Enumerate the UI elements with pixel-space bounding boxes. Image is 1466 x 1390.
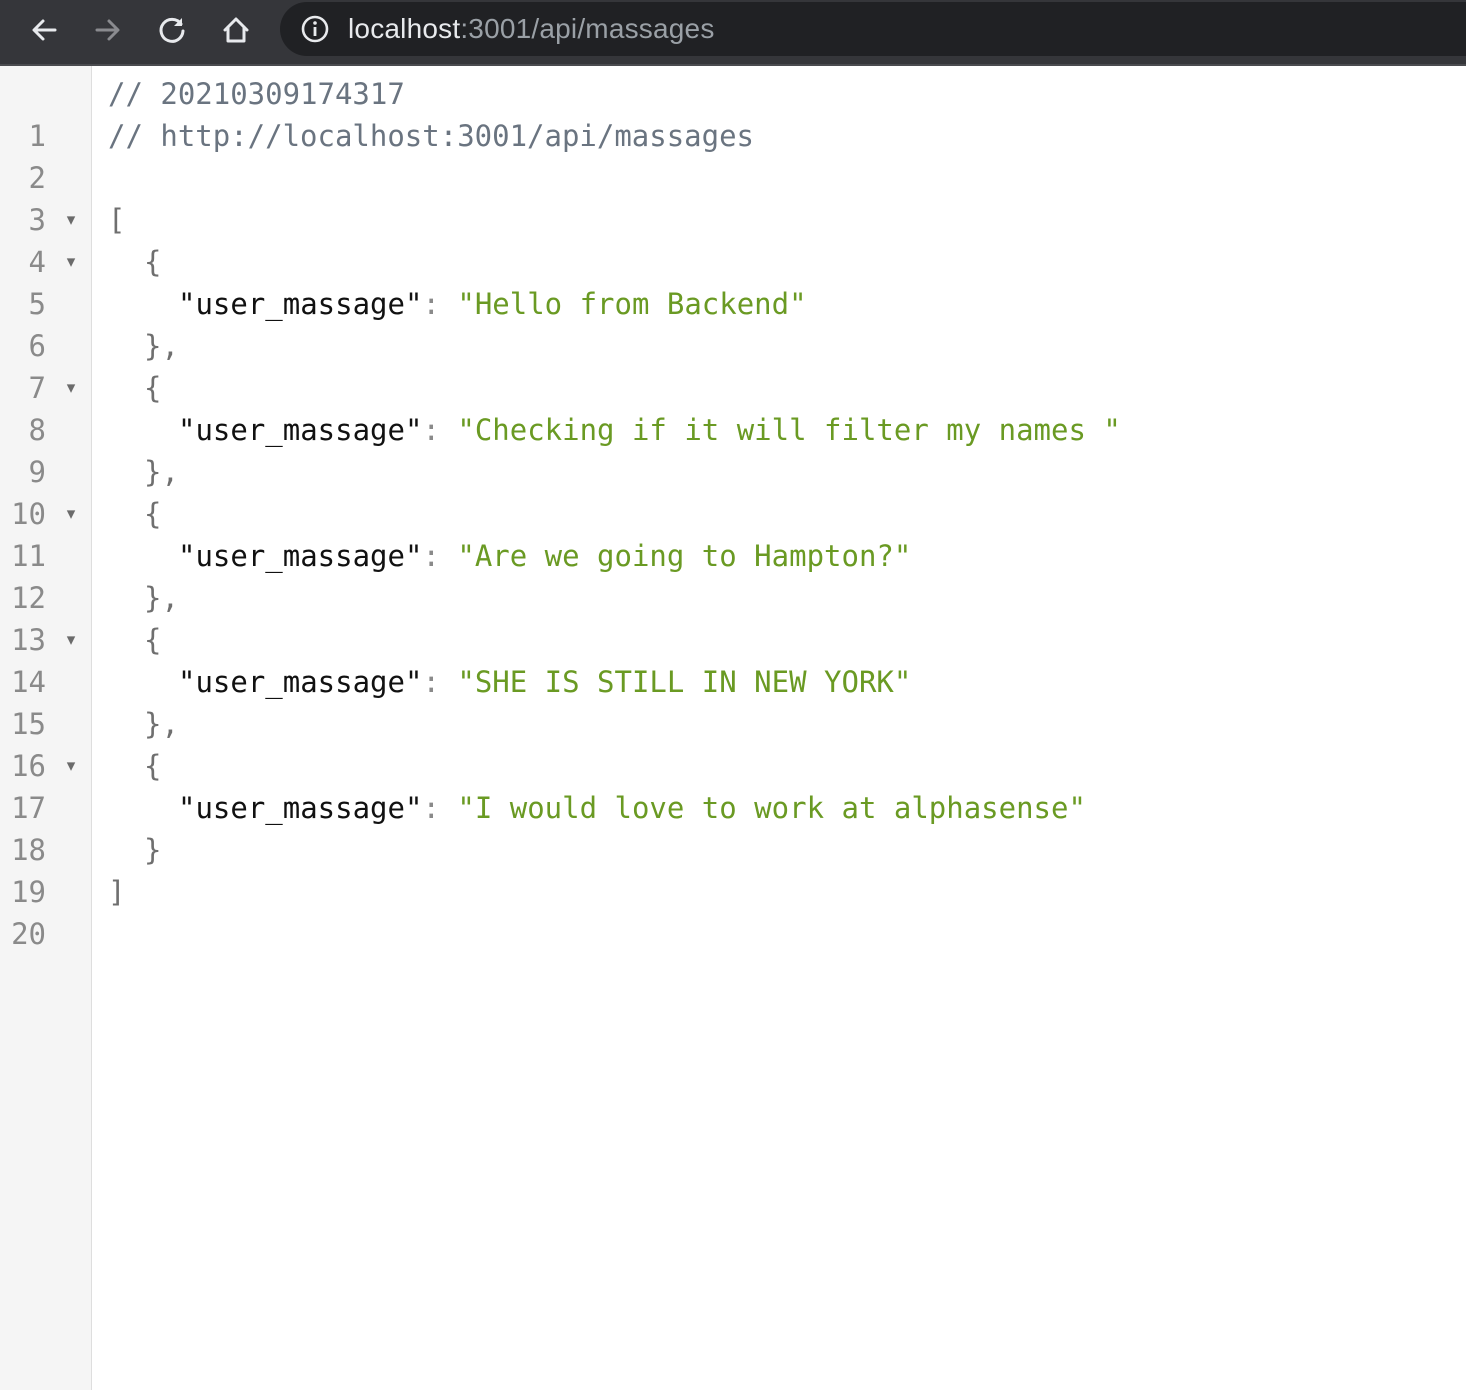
code-line: 13 }, [0,577,1466,657]
json-viewer: 1 // 20210309174317 2 // http://localhos… [0,66,1466,1390]
code-line: 4 ▾ [ [0,199,1466,279]
json-code: 1 // 20210309174317 2 // http://localhos… [0,73,1466,951]
url-path: :3001/api/massages [460,13,715,44]
code-line: 7 }, [0,325,1466,405]
json-colon: : [422,665,440,699]
json-key: "user_massage" [178,665,423,699]
json-string-value: "SHE IS STILL IN NEW YORK" [457,665,912,699]
object-close-brace: } [144,833,162,867]
json-string-value: "Checking if it will filter my names " [457,413,1121,447]
fold-toggle-icon[interactable]: ▾ [62,367,80,409]
json-string-value: "Hello from Backend" [457,287,807,321]
object-open-brace: { [144,371,162,405]
browser-toolbar: localhost:3001/api/massages [0,0,1466,66]
code-line: 10 }, [0,451,1466,531]
url-text[interactable]: localhost:3001/api/massages [348,12,715,46]
object-open-brace: { [144,623,162,657]
code-line: 6 "user_massage": "Hello from Backend" [0,283,1466,363]
code-line: 20 ] [0,871,1466,951]
code-line: 8 ▾ { [0,367,1466,447]
code-line: 14 ▾ { [0,619,1466,699]
url-host: localhost [348,13,461,44]
object-close-brace: }, [144,581,179,615]
back-button[interactable] [22,8,66,52]
home-button[interactable] [214,8,258,52]
fold-toggle-icon[interactable]: ▾ [62,241,80,283]
json-colon: : [422,413,440,447]
json-string-value: "I would love to work at alphasense" [457,791,1086,825]
fold-toggle-icon[interactable]: ▾ [62,199,80,241]
code-line: 5 ▾ { [0,241,1466,321]
code-line: 2 // http://localhost:3001/api/massages [0,115,1466,195]
forward-button[interactable] [86,8,130,52]
url-comment: // http://localhost:3001/api/massages [108,119,755,153]
code-line: 15 "user_massage": "SHE IS STILL IN NEW … [0,661,1466,741]
json-colon: : [422,539,440,573]
json-key: "user_massage" [178,791,423,825]
code-line: 17 ▾ { [0,745,1466,825]
code-line: 1 // 20210309174317 [0,73,1466,153]
code-line: 18 "user_massage": "I would love to work… [0,787,1466,867]
info-icon[interactable] [300,14,330,44]
code-line: 12 "user_massage": "Are we going to Hamp… [0,535,1466,615]
fold-toggle-icon[interactable]: ▾ [62,745,80,787]
json-key: "user_massage" [178,413,423,447]
object-open-brace: { [144,749,162,783]
object-open-brace: { [144,497,162,531]
object-close-brace: }, [144,329,179,363]
object-close-brace: }, [144,455,179,489]
reload-button[interactable] [150,8,194,52]
object-close-brace: }, [144,707,179,741]
json-colon: : [422,287,440,321]
json-string-value: "Are we going to Hampton?" [457,539,912,573]
home-icon [223,17,249,43]
address-bar[interactable]: localhost:3001/api/massages [280,2,1466,56]
code-line: 16 }, [0,703,1466,783]
forward-arrow-icon [95,19,120,41]
code-line: 9 "user_massage": "Checking if it will f… [0,409,1466,489]
object-open-brace: { [144,245,162,279]
json-key: "user_massage" [178,287,423,321]
back-arrow-icon [32,19,57,41]
array-open-bracket: [ [108,203,126,237]
fold-toggle-icon[interactable]: ▾ [62,619,80,661]
timestamp-comment: // 20210309174317 [108,77,405,111]
fold-toggle-icon[interactable]: ▾ [62,493,80,535]
code-line: 11 ▾ { [0,493,1466,573]
json-key: "user_massage" [178,539,423,573]
code-line: 19 } [0,829,1466,909]
reload-icon [159,17,185,43]
array-close-bracket: ] [108,875,126,909]
line-number: 20 [11,917,46,951]
json-colon: : [422,791,440,825]
code-line: 3 [0,157,1466,237]
